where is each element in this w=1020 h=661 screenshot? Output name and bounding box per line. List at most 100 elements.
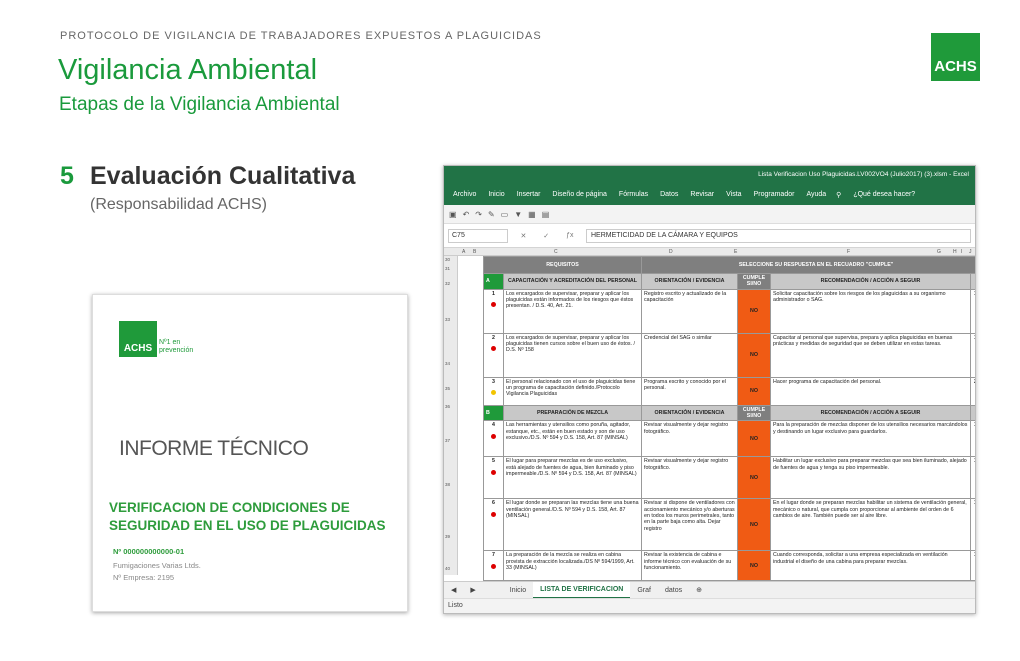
- search-input[interactable]: ¿Qué desea hacer?: [853, 191, 915, 198]
- menu-ayuda[interactable]: Ayuda: [806, 191, 826, 198]
- item-score: 1: [970, 498, 975, 552]
- item-requirement[interactable]: El personal relacionado con el uso de pl…: [502, 376, 643, 406]
- row-header[interactable]: 38: [445, 482, 450, 487]
- item-recommendation[interactable]: Solicitar capacitación sobre los riesgos…: [770, 288, 972, 334]
- item-requirement[interactable]: La preparación de la mezcla se realiza e…: [502, 550, 643, 582]
- item-evidence[interactable]: Programa escrito y conocido por el perso…: [641, 376, 739, 406]
- item-requirement[interactable]: Los encargados de supervisar, preparar y…: [502, 288, 643, 334]
- redo-icon[interactable]: ↷: [475, 210, 482, 219]
- item-evidence[interactable]: Revisar la existencia de cabina e inform…: [641, 550, 739, 582]
- row-header[interactable]: 37: [445, 438, 450, 443]
- item-evidence[interactable]: Credencial del SAG o similar: [641, 332, 739, 378]
- col-header[interactable]: I: [961, 249, 962, 255]
- col-header[interactable]: F: [847, 249, 850, 255]
- row-header[interactable]: 34: [445, 361, 450, 366]
- menu-insertar[interactable]: Insertar: [517, 191, 541, 198]
- table-row[interactable]: 1 Los encargados de supervisar, preparar…: [483, 288, 975, 334]
- row-header[interactable]: 33: [445, 317, 450, 322]
- col-header[interactable]: G: [937, 249, 941, 255]
- item-requirement[interactable]: El lugar donde se preparan las mezclas t…: [502, 498, 643, 552]
- function-icon[interactable]: ƒx: [566, 232, 573, 240]
- col-header[interactable]: J: [969, 249, 972, 255]
- col-header[interactable]: E: [734, 249, 737, 255]
- item-answer[interactable]: NO: [737, 420, 772, 458]
- save-icon[interactable]: ▣: [449, 210, 457, 219]
- item-answer[interactable]: NO: [737, 376, 772, 406]
- col-header[interactable]: A: [462, 249, 465, 255]
- sheet-icon[interactable]: ▤: [542, 210, 550, 219]
- sheet-grid[interactable]: 30 31 32 33 34 35 36 37 38 39 40 REQUISI…: [444, 256, 975, 582]
- item-requirement[interactable]: El lugar para preparar mezclas es de uso…: [502, 456, 643, 500]
- menu-programador[interactable]: Programador: [754, 191, 795, 198]
- menu-formulas[interactable]: Fórmulas: [619, 191, 648, 198]
- row-header[interactable]: 40: [445, 566, 450, 571]
- filter-icon[interactable]: ▼: [514, 210, 522, 219]
- paint-icon[interactable]: ✎: [488, 210, 495, 219]
- menu-diseno[interactable]: Diseño de página: [552, 191, 607, 198]
- item-number: 7: [483, 550, 504, 582]
- item-score: 1: [970, 456, 975, 500]
- row-header[interactable]: 36: [445, 404, 450, 409]
- table-row[interactable]: 6 El lugar donde se preparan las mezclas…: [483, 498, 975, 552]
- row-header[interactable]: 30: [445, 257, 450, 262]
- item-evidence[interactable]: Revisar si dispone de ventiladores con a…: [641, 498, 739, 552]
- report-logo: ACHS: [119, 321, 157, 357]
- status-dot-icon: [491, 346, 496, 352]
- add-sheet-icon[interactable]: ⊕: [689, 586, 709, 594]
- col-header[interactable]: B: [473, 249, 476, 255]
- menu-inicio[interactable]: Inicio: [488, 191, 504, 198]
- item-recommendation[interactable]: Para la preparación de mezclas disponer …: [770, 420, 972, 458]
- step-number: 5: [60, 162, 74, 190]
- item-requirement[interactable]: Las herramientas y utensilios como poruñ…: [502, 420, 643, 458]
- tab-inicio[interactable]: Inicio: [503, 587, 533, 594]
- menu-vista[interactable]: Vista: [726, 191, 741, 198]
- menu-revisar[interactable]: Revisar: [690, 191, 714, 198]
- item-answer[interactable]: NO: [737, 456, 772, 500]
- name-box[interactable]: C75: [448, 228, 508, 243]
- table-row[interactable]: 4 Las herramientas y utensilios como por…: [483, 420, 975, 458]
- response-header: SELECCIONE SU RESPUESTA EN EL RECUADRO "…: [641, 256, 975, 274]
- table-icon[interactable]: ▦: [528, 210, 536, 219]
- status-dot-icon: [491, 469, 496, 475]
- item-answer[interactable]: NO: [737, 550, 772, 582]
- col-header[interactable]: H: [953, 249, 957, 255]
- menu-datos[interactable]: Datos: [660, 191, 678, 198]
- tab-lista-verificacion[interactable]: LISTA DE VERIFICACION: [533, 581, 631, 599]
- tab-nav-left-icon[interactable]: ◀: [444, 586, 463, 594]
- cancel-icon[interactable]: ✕: [520, 232, 526, 240]
- tab-datos[interactable]: datos: [658, 587, 689, 594]
- row-header[interactable]: 39: [445, 534, 450, 539]
- tab-nav-right-icon[interactable]: ▶: [463, 586, 482, 594]
- col-header[interactable]: C: [554, 249, 558, 255]
- table-row[interactable]: 5 El lugar para preparar mezclas es de u…: [483, 456, 975, 500]
- formula-input[interactable]: HERMETICIDAD DE LA CÁMARA Y EQUIPOS: [586, 228, 971, 243]
- rec-header: RECOMENDACIÓN / ACCIÓN A SEGUIR: [770, 404, 972, 422]
- item-recommendation[interactable]: Cuando corresponda, solicitar a una empr…: [770, 550, 972, 582]
- row-header[interactable]: 35: [445, 386, 450, 391]
- tab-graf[interactable]: Graf: [630, 587, 658, 594]
- item-recommendation[interactable]: Hacer programa de capacitación del perso…: [770, 376, 972, 406]
- item-recommendation[interactable]: Habilitar un lugar exclusivo para prepar…: [770, 456, 972, 500]
- item-recommendation[interactable]: En el lugar donde se preparan mezclas ha…: [770, 498, 972, 552]
- item-evidence[interactable]: Registro escrito y actualizado de la cap…: [641, 288, 739, 334]
- item-evidence[interactable]: Revisar visualmente y dejar registro fot…: [641, 420, 739, 458]
- row-header[interactable]: 32: [445, 281, 450, 286]
- search-icon[interactable]: ⚲: [836, 191, 841, 199]
- col-header[interactable]: D: [669, 249, 673, 255]
- row-header[interactable]: 31: [445, 266, 450, 271]
- item-answer[interactable]: NO: [737, 288, 772, 334]
- table-row[interactable]: 2 Los encargados de supervisar, preparar…: [483, 332, 975, 378]
- undo-icon[interactable]: ↶: [463, 210, 470, 219]
- item-evidence[interactable]: Revisar visualmente y dejar registro fot…: [641, 456, 739, 500]
- section-title: PREPARACIÓN DE MEZCLA: [502, 404, 643, 422]
- status-dot-icon: [491, 563, 496, 569]
- table-row[interactable]: 7 La preparación de la mezcla se realiza…: [483, 550, 975, 582]
- folder-icon[interactable]: ▭: [501, 210, 509, 219]
- item-answer[interactable]: NO: [737, 332, 772, 378]
- item-requirement[interactable]: Los encargados de supervisar, preparar y…: [502, 332, 643, 378]
- item-answer[interactable]: NO: [737, 498, 772, 552]
- menu-archivo[interactable]: Archivo: [453, 191, 476, 198]
- confirm-icon[interactable]: ✓: [543, 232, 549, 240]
- table-row[interactable]: 3 El personal relacionado con el uso de …: [483, 376, 975, 406]
- item-recommendation[interactable]: Capacitar al personal que supervisa, pre…: [770, 332, 972, 378]
